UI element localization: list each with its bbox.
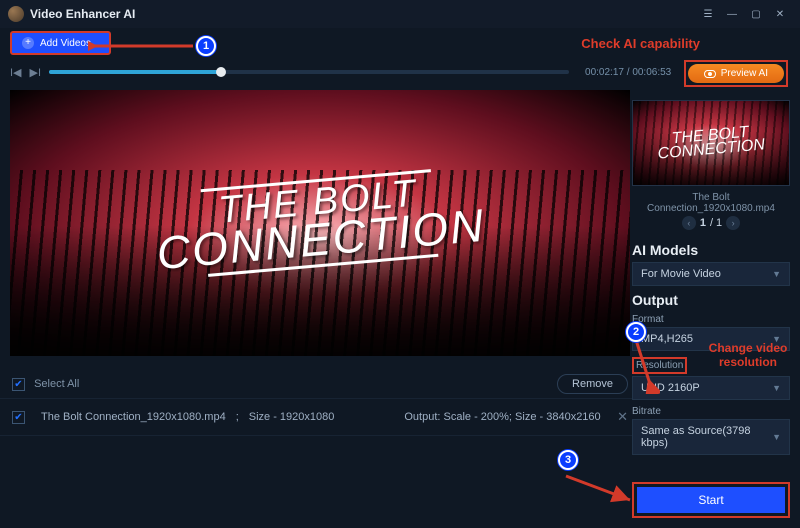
eye-icon (704, 70, 716, 78)
bitrate-label: Bitrate (632, 406, 790, 417)
format-label: Format (632, 314, 790, 325)
close-icon[interactable]: ✕ (768, 3, 792, 25)
chevron-down-icon: ▼ (772, 269, 781, 279)
ai-models-heading: AI Models (632, 242, 790, 258)
output-heading: Output (632, 292, 790, 308)
thumbnail[interactable]: THE BOLTCONNECTION (632, 100, 790, 186)
file-row-checkbox[interactable]: ✔ (12, 411, 25, 424)
thumb-total: / 1 (710, 217, 722, 229)
theme-toggle-icon[interactable]: ☰ (696, 3, 720, 25)
timeline-slider[interactable] (49, 70, 569, 74)
minimize-icon[interactable]: — (720, 3, 744, 25)
annotation-change-res: Change video resolution (702, 342, 794, 370)
maximize-icon[interactable]: ▢ (744, 3, 768, 25)
settings-panel: THE BOLTCONNECTION The Bolt Connection_1… (632, 100, 790, 455)
time-counter: 00:02:17 / 00:06:53 (585, 67, 671, 78)
playback-bar: I◀ ▶I 00:02:17 / 00:06:53 (0, 58, 800, 86)
start-highlight: Start (632, 482, 790, 518)
video-preview[interactable]: THE BOLT CONNECTION (10, 90, 630, 356)
bitrate-select[interactable]: Same as Source(3798 kbps)▼ (632, 419, 790, 455)
video-poster: THE BOLT CONNECTION (10, 90, 630, 356)
thumb-next-icon[interactable]: › (726, 216, 740, 230)
timeline-progress (49, 70, 221, 74)
ai-model-select[interactable]: For Movie Video▼ (632, 262, 790, 286)
select-all-checkbox[interactable]: ✔ (12, 378, 25, 391)
app-title: Video Enhancer AI (30, 7, 135, 21)
resolution-label: Resolution (632, 357, 687, 374)
annotation-number-1: 1 (196, 36, 216, 56)
thumb-prev-icon[interactable]: ‹ (682, 216, 696, 230)
app-logo (8, 6, 24, 22)
chevron-down-icon: ▼ (772, 432, 781, 442)
preview-ai-button[interactable]: Preview AI (688, 64, 784, 83)
poster-title: THE BOLT CONNECTION (152, 162, 488, 284)
file-name: The Bolt Connection_1920x1080.mp4 (41, 411, 226, 423)
annotation-check-ai: Check AI capability (581, 36, 700, 51)
file-size: Size - 1920x1080 (249, 411, 335, 423)
resolution-select[interactable]: UHD 2160P▼ (632, 376, 790, 400)
file-output: Output: Scale - 200%; Size - 3840x2160 (404, 411, 600, 423)
file-row-close-icon[interactable]: ✕ (617, 409, 628, 425)
titlebar: Video Enhancer AI ☰ — ▢ ✕ (0, 0, 800, 28)
start-button[interactable]: Start (637, 487, 785, 513)
next-frame-icon[interactable]: ▶I (30, 66, 42, 79)
thumb-filename: The Bolt Connection_1920x1080.mp4 (632, 186, 790, 214)
prev-frame-icon[interactable]: I◀ (10, 66, 22, 79)
timeline-handle[interactable] (216, 67, 226, 77)
remove-button[interactable]: Remove (557, 374, 628, 394)
plus-icon: + (22, 37, 34, 49)
file-list-header: ✔ Select All Remove (0, 366, 640, 402)
chevron-down-icon: ▼ (772, 383, 781, 393)
add-videos-button[interactable]: + Add Videos... (10, 31, 111, 55)
select-all-label: Select All (34, 378, 79, 390)
annotation-arrow-3 (560, 470, 640, 510)
annotation-number-2: 2 (626, 322, 646, 342)
preview-ai-highlight: Preview AI (684, 60, 788, 87)
thumb-index: 1 (700, 217, 706, 229)
annotation-number-3: 3 (558, 450, 578, 470)
add-videos-label: Add Videos... (40, 38, 99, 49)
file-row[interactable]: ✔ The Bolt Connection_1920x1080.mp4; Siz… (0, 398, 640, 436)
